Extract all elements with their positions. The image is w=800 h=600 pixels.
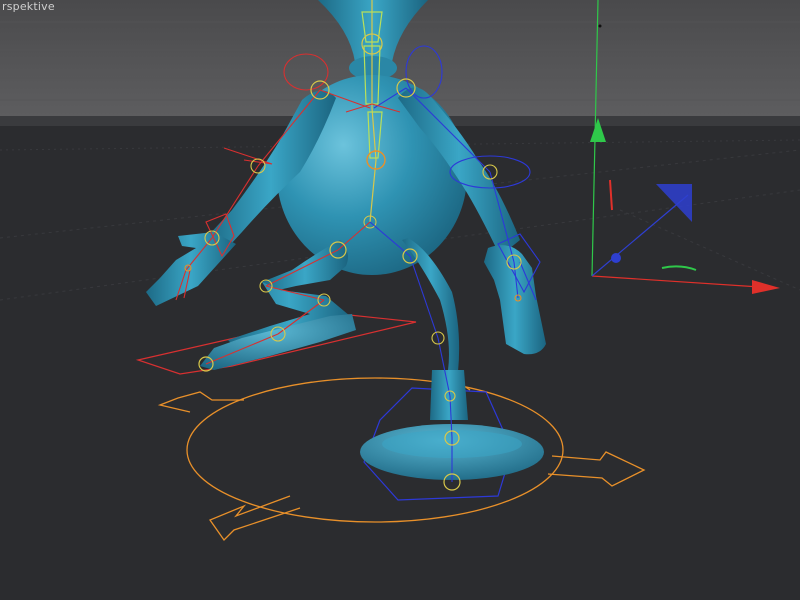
3d-viewport[interactable]: rspektive bbox=[0, 0, 800, 600]
z-axis-point bbox=[611, 253, 621, 263]
character-right-ankle bbox=[430, 370, 468, 420]
viewport-canvas[interactable] bbox=[0, 0, 800, 600]
viewport-camera-label: rspektive bbox=[2, 0, 55, 13]
